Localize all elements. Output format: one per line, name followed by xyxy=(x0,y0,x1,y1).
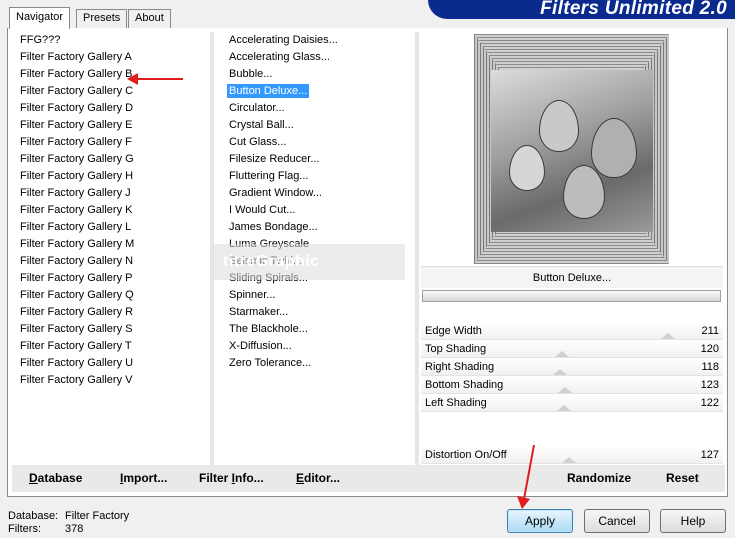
preview-filter-name: Button Deluxe... xyxy=(421,266,723,288)
slider-right-shading[interactable]: Right Shading 118 xyxy=(421,358,723,376)
category-item[interactable]: Filter Factory Gallery E xyxy=(13,117,211,134)
category-item[interactable]: Filter Factory Gallery M xyxy=(13,236,211,253)
filter-item[interactable]: I Would Cut... xyxy=(215,202,415,219)
progress-bar xyxy=(422,290,721,302)
parameter-sliders[interactable]: Edge Width 211 Top Shading 120 Right Sha… xyxy=(421,322,723,464)
slider-thumb[interactable] xyxy=(562,457,576,463)
reset-button[interactable]: Reset xyxy=(666,471,699,485)
category-item[interactable]: Filter Factory Gallery D xyxy=(13,100,211,117)
slider-value: 118 xyxy=(701,361,719,373)
filter-item[interactable]: Bubble... xyxy=(215,66,415,83)
category-list[interactable]: FFG??? Filter Factory Gallery A Filter Fac… xyxy=(13,32,211,490)
slider-value: 120 xyxy=(700,343,719,355)
category-item[interactable]: FFG??? xyxy=(13,32,211,49)
category-item[interactable]: Filter Factory Gallery K xyxy=(13,202,211,219)
filter-item[interactable]: Button Deluxe... xyxy=(215,83,415,100)
category-item[interactable]: Filter Factory Gallery Q xyxy=(13,287,211,304)
category-item[interactable]: Filter Factory Gallery L xyxy=(13,219,211,236)
slider-thumb[interactable] xyxy=(558,387,572,393)
slider-value: 122 xyxy=(700,397,719,409)
category-item[interactable]: Filter Factory Gallery V xyxy=(13,372,211,389)
filter-item[interactable]: Accelerating Glass... xyxy=(215,49,415,66)
annotation-arrow-icon xyxy=(517,444,535,509)
slider-top-shading[interactable]: Top Shading 120 xyxy=(421,340,723,358)
watermark: titreGraphic xyxy=(213,244,405,280)
filter-item[interactable]: Accelerating Daisies... xyxy=(215,32,415,49)
cancel-button[interactable]: Cancel xyxy=(584,509,650,533)
status-filters-label: Filters: xyxy=(8,523,41,535)
category-item[interactable]: Filter Factory Gallery H xyxy=(13,168,211,185)
preview-image xyxy=(474,34,669,264)
slider-bottom-shading[interactable]: Bottom Shading 123 xyxy=(421,376,723,394)
filter-item[interactable]: James Bondage... xyxy=(215,219,415,236)
banner-title: Filters Unlimited 2.0 xyxy=(540,0,727,19)
status-database-value: Filter Factory xyxy=(65,510,130,522)
category-item[interactable]: Filter Factory Gallery U xyxy=(13,355,211,372)
filter-item[interactable]: X-Diffusion... xyxy=(215,338,415,355)
slider-distortion[interactable]: Distortion On/Off 127 xyxy=(421,446,723,464)
filter-item[interactable]: Spinner... xyxy=(215,287,415,304)
preview-area: Button Deluxe... Edge Width 211 Top Shad… xyxy=(421,32,725,490)
apply-button[interactable]: Apply xyxy=(507,509,573,533)
category-item[interactable]: Filter Factory Gallery G xyxy=(13,151,211,168)
slider-value: 127 xyxy=(700,449,719,461)
category-item[interactable]: Filter Factory Gallery P xyxy=(13,270,211,287)
filter-item[interactable]: Cut Glass... xyxy=(215,134,415,151)
status-filters-value: 378 xyxy=(65,523,84,535)
annotation-arrow-icon xyxy=(127,73,183,85)
status-database-label: Database: xyxy=(8,510,59,522)
tab-about[interactable]: About xyxy=(128,9,171,28)
filter-item[interactable]: Zero Tolerance... xyxy=(215,355,415,372)
filter-item[interactable]: The Blackhole... xyxy=(215,321,415,338)
filter-item[interactable]: Crystal Ball... xyxy=(215,117,415,134)
filter-item[interactable]: Circulator... xyxy=(215,100,415,117)
list-divider xyxy=(415,32,419,490)
tab-presets[interactable]: Presets xyxy=(76,9,128,28)
import-button[interactable]: Import... xyxy=(120,471,167,485)
category-item[interactable]: Filter Factory Gallery S xyxy=(13,321,211,338)
filter-info-button[interactable]: Filter Info... xyxy=(199,471,264,485)
slider-thumb[interactable] xyxy=(557,405,571,411)
slider-edge-width[interactable]: Edge Width 211 xyxy=(421,322,723,340)
help-button[interactable]: Help xyxy=(660,509,726,533)
category-item[interactable]: Filter Factory Gallery A xyxy=(13,49,211,66)
slider-thumb[interactable] xyxy=(555,351,569,357)
tab-navigator[interactable]: Navigator xyxy=(9,7,71,29)
slider-value: 123 xyxy=(700,379,719,391)
category-item[interactable]: Filter Factory Gallery T xyxy=(13,338,211,355)
slider-value: 211 xyxy=(701,325,719,337)
category-item[interactable]: Filter Factory Gallery R xyxy=(13,304,211,321)
database-button[interactable]: Database xyxy=(29,471,82,485)
filter-item[interactable]: Starmaker... xyxy=(215,304,415,321)
slider-thumb[interactable] xyxy=(553,369,567,375)
filter-item[interactable]: Fluttering Flag... xyxy=(215,168,415,185)
filter-item[interactable]: Gradient Window... xyxy=(215,185,415,202)
filter-item[interactable]: Filesize Reducer... xyxy=(215,151,415,168)
toolbar: Database Import... Filter Info... Editor… xyxy=(12,465,725,492)
title-banner: Filters Unlimited 2.0 xyxy=(428,0,735,19)
slider-thumb[interactable] xyxy=(661,333,675,339)
category-item[interactable]: Filter Factory Gallery J xyxy=(13,185,211,202)
randomize-button[interactable]: Randomize xyxy=(567,471,631,485)
category-item[interactable]: Filter Factory Gallery N xyxy=(13,253,211,270)
slider-left-shading[interactable]: Left Shading 122 xyxy=(421,394,723,412)
category-item[interactable]: Filter Factory Gallery F xyxy=(13,134,211,151)
editor-button[interactable]: Editor... xyxy=(296,471,340,485)
